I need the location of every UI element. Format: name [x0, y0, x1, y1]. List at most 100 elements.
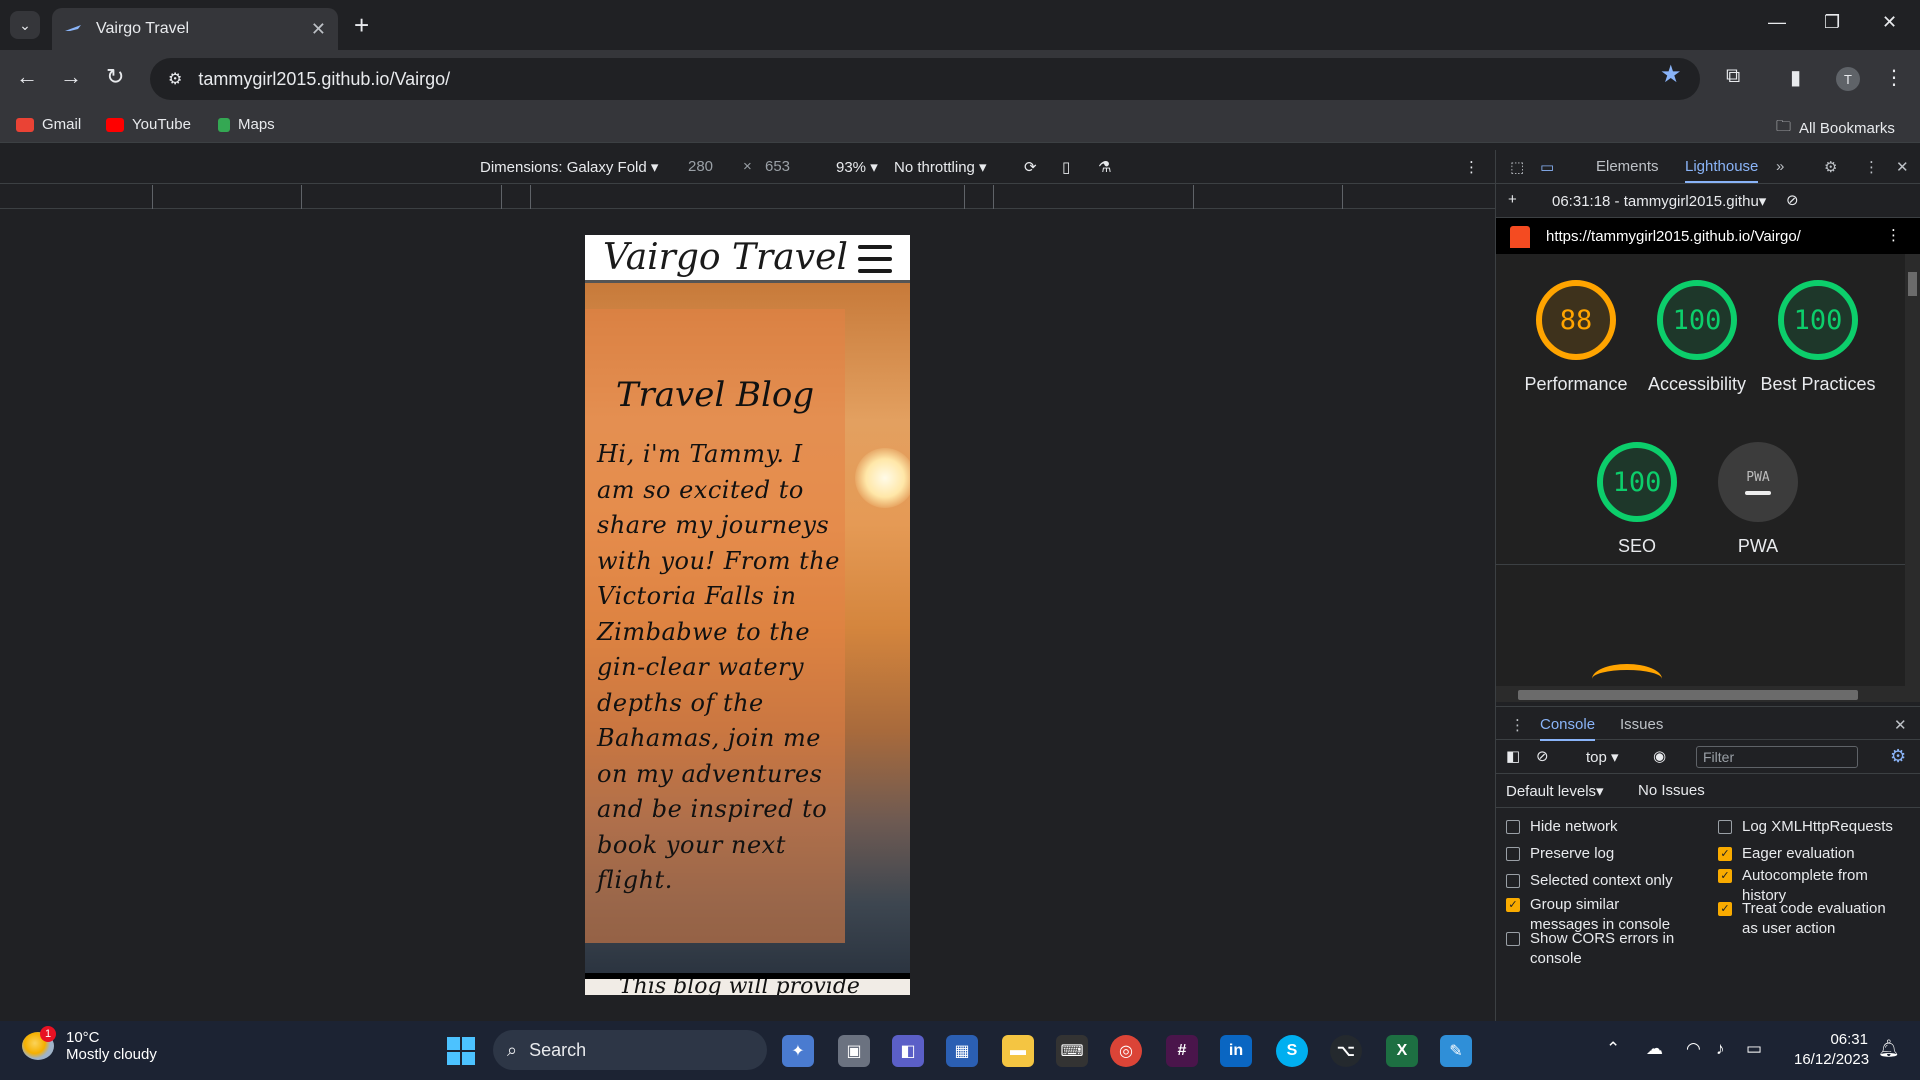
checkbox[interactable] — [1718, 820, 1732, 834]
report-url[interactable]: https://tammygirl2015.github.io/Vairgo/ — [1546, 228, 1801, 245]
throttling-select[interactable]: No throttling ▾ — [894, 158, 987, 176]
maximize-icon[interactable]: ❐ — [1824, 12, 1840, 33]
device-toggle-icon[interactable]: ▭ — [1540, 158, 1554, 176]
bookmark-maps[interactable]: Maps — [218, 116, 275, 133]
onedrive-icon[interactable]: ☁ — [1646, 1039, 1663, 1059]
new-tab-button[interactable]: + — [354, 12, 369, 38]
avatar[interactable]: T — [1836, 67, 1860, 91]
wifi-icon[interactable]: ◠ — [1686, 1039, 1701, 1059]
drawer-menu-icon[interactable]: ⋮ — [1510, 716, 1525, 734]
more-tabs-icon[interactable]: » — [1776, 158, 1784, 175]
checkbox[interactable]: ✓ — [1718, 902, 1732, 916]
inspect-icon[interactable]: ⬚ — [1510, 158, 1524, 176]
pwa-badge[interactable]: PWA — [1718, 442, 1798, 522]
checkbox[interactable] — [1506, 820, 1520, 834]
live-expression-eye-icon[interactable]: ◉ — [1653, 747, 1666, 765]
clear-icon[interactable]: ⊘ — [1786, 191, 1799, 209]
copilot-icon[interactable]: ✦ — [782, 1035, 814, 1067]
terminal-icon[interactable]: ⌨ — [1056, 1035, 1088, 1067]
excel-icon[interactable]: X — [1386, 1035, 1418, 1067]
performance-gauge[interactable]: 88 — [1536, 280, 1616, 360]
scrollbar-thumb[interactable] — [1518, 690, 1858, 700]
github-icon[interactable]: ⌥ — [1330, 1035, 1362, 1067]
device-select-label: Dimensions: Galaxy Fold — [480, 159, 647, 176]
report-menu-icon[interactable]: ⋮ — [1886, 226, 1901, 244]
height-input[interactable]: 653 — [765, 158, 790, 175]
checkbox[interactable] — [1506, 932, 1520, 946]
sidebar-toggle-icon[interactable]: ◧ — [1506, 747, 1520, 765]
context-select[interactable]: top ▾ — [1586, 748, 1619, 766]
chrome-icon[interactable]: ◎ — [1110, 1035, 1142, 1067]
forward-icon[interactable]: → — [60, 64, 82, 90]
notification-bell-icon[interactable]: 🔔︎ — [1878, 1039, 1900, 1059]
horizontal-scrollbar[interactable] — [1496, 686, 1920, 702]
default-levels-select[interactable]: Default levels▾ — [1506, 782, 1604, 800]
chevron-up-icon[interactable]: ⌃ — [1606, 1039, 1620, 1059]
tab-search-button[interactable]: ⌄ — [10, 11, 40, 39]
bookmark-star-icon[interactable]: ★ — [1660, 60, 1682, 89]
device-select[interactable]: Dimensions: Galaxy Fold ▾ — [480, 158, 658, 176]
scrollbar-thumb[interactable] — [1908, 272, 1917, 296]
menu-icon[interactable]: ⋮ — [1884, 65, 1904, 90]
sensors-icon[interactable]: ⚗ — [1098, 158, 1111, 176]
settings-icon[interactable]: ⚙ — [1824, 158, 1837, 176]
side-panel-icon[interactable]: ▮ — [1790, 65, 1801, 90]
extensions-icon[interactable]: ⧉ — [1726, 65, 1740, 88]
customize-icon[interactable]: ⋮ — [1864, 158, 1879, 176]
bookmark-gmail[interactable]: Gmail — [16, 116, 81, 133]
teams-icon[interactable]: ◧ — [892, 1035, 924, 1067]
battery-icon[interactable]: ▭ — [1746, 1039, 1762, 1059]
checkbox[interactable]: ✓ — [1718, 847, 1732, 861]
start-windows-icon[interactable] — [447, 1037, 475, 1065]
filter-input[interactable]: Filter — [1696, 746, 1858, 768]
taskbar-search[interactable]: ⌕ Search — [493, 1030, 767, 1070]
more-options-icon[interactable]: ⋮ — [1464, 158, 1479, 176]
tab-issues[interactable]: Issues — [1620, 716, 1663, 733]
dual-screen-icon[interactable]: ▯ — [1062, 158, 1070, 176]
console-toolbar: ◧ ⊘ top ▾ ◉ Filter ⚙ — [1496, 740, 1920, 774]
back-icon[interactable]: ← — [16, 64, 38, 90]
hamburger-menu-icon[interactable] — [858, 245, 892, 273]
rotate-icon[interactable]: ⟳ — [1024, 158, 1037, 176]
console-settings-icon[interactable]: ⚙ — [1890, 746, 1906, 767]
skype-icon[interactable]: S — [1276, 1035, 1308, 1067]
checkbox[interactable]: ✓ — [1506, 898, 1520, 912]
paint-icon[interactable]: ✎ — [1440, 1035, 1472, 1067]
best-practices-gauge[interactable]: 100 — [1778, 280, 1858, 360]
file-explorer-icon[interactable]: ▬ — [1002, 1035, 1034, 1067]
address-bar[interactable]: ⚙ tammygirl2015.github.io/Vairgo/ — [150, 58, 1700, 100]
checkbox[interactable] — [1506, 847, 1520, 861]
site-info-icon[interactable]: ⚙ — [168, 69, 182, 89]
close-drawer-icon[interactable]: ✕ — [1894, 716, 1907, 734]
zoom-select[interactable]: 93% ▾ — [836, 158, 878, 176]
report-selector[interactable]: 06:31:18 - tammygirl2015.githu▾ — [1552, 192, 1766, 210]
tab-close-icon[interactable]: ✕ — [311, 19, 326, 40]
sunset-sun — [855, 448, 910, 508]
width-input[interactable]: 280 — [688, 158, 713, 175]
all-bookmarks[interactable]: 🗀 All Bookmarks — [1776, 116, 1895, 141]
tab-lighthouse[interactable]: Lighthouse — [1685, 158, 1759, 183]
seo-gauge[interactable]: 100 — [1597, 442, 1677, 522]
site-brand[interactable]: Vairgo Travel — [603, 237, 848, 278]
close-window-icon[interactable]: ✕ — [1882, 12, 1897, 33]
close-devtools-icon[interactable]: ✕ — [1896, 158, 1909, 176]
weather-widget[interactable]: 1 10°C Mostly cloudy — [22, 1026, 157, 1063]
linkedin-icon[interactable]: in — [1220, 1035, 1252, 1067]
checkbox[interactable] — [1506, 874, 1520, 888]
tab-elements[interactable]: Elements — [1596, 158, 1659, 175]
task-view-icon[interactable]: ▣ — [838, 1035, 870, 1067]
accessibility-gauge[interactable]: 100 — [1657, 280, 1737, 360]
bookmark-youtube[interactable]: YouTube — [106, 116, 191, 133]
store-icon[interactable]: ▦ — [946, 1035, 978, 1067]
volume-icon[interactable]: ♪ — [1716, 1039, 1725, 1059]
slack-icon[interactable]: # — [1166, 1035, 1198, 1067]
clock[interactable]: 06:31 16/12/2023 — [1794, 1030, 1869, 1070]
minimize-icon[interactable]: — — [1768, 12, 1786, 33]
browser-tab[interactable]: Vairgo Travel ✕ — [52, 8, 338, 50]
tab-console[interactable]: Console — [1540, 716, 1596, 741]
checkbox[interactable]: ✓ — [1718, 869, 1732, 883]
new-report-icon[interactable]: + — [1508, 191, 1517, 208]
reload-icon[interactable]: ↻ — [106, 64, 124, 90]
clear-console-icon[interactable]: ⊘ — [1536, 747, 1549, 765]
vertical-scrollbar[interactable] — [1905, 254, 1920, 686]
